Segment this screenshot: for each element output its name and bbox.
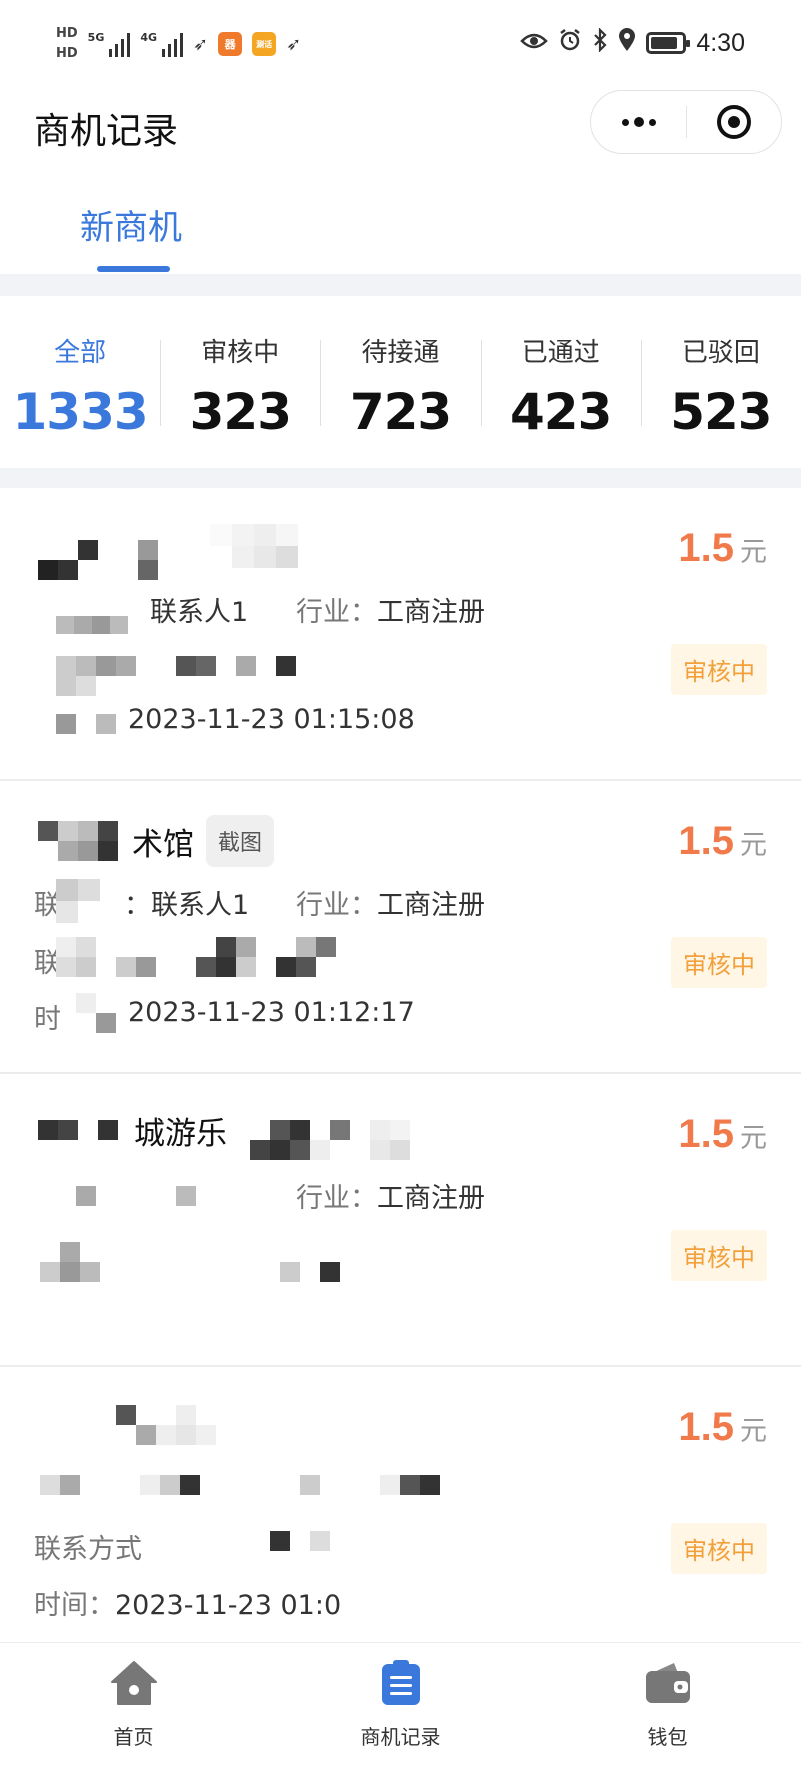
redacted-phone (56, 656, 336, 696)
price: 1.5 元 (678, 819, 767, 863)
redacted-time-label (56, 714, 116, 734)
redacted-contact-label (56, 616, 128, 634)
contact-value: 联系人1 (150, 597, 249, 628)
tab-bar: 新商机 (0, 190, 801, 274)
nav-records[interactable]: 商机记录 (267, 1643, 534, 1772)
app-notification-icon-2: 涮话 (252, 32, 277, 56)
redacted-contact-label (56, 879, 100, 923)
nav-wallet[interactable]: 钱包 (534, 1643, 801, 1772)
status-badge: 审核中 (671, 1523, 767, 1574)
redacted-title (96, 1405, 216, 1445)
time-row: 时间：2023-11-23 01:0 (34, 1590, 342, 1621)
record-card[interactable]: 1.5 元 联系人1 行业：工商注册 审核中 2023-11-23 01:15:0… (0, 488, 801, 781)
time-row: 时 (34, 1004, 61, 1035)
time-value: 2023-11-23 01:12:17 (128, 997, 415, 1028)
redacted-phone (40, 1242, 360, 1282)
more-menu-button[interactable] (591, 117, 686, 127)
battery-icon (646, 32, 691, 54)
redacted-title (38, 1120, 118, 1140)
redacted-phone (270, 1531, 350, 1551)
miniapp-capsule (590, 90, 782, 154)
close-miniapp-button[interactable] (687, 105, 781, 139)
target-icon (716, 105, 751, 139)
title-bar: 商机记录 (0, 90, 801, 190)
page-title: 商机记录 (34, 111, 179, 152)
tab-new-leads[interactable]: 新商机 (80, 200, 182, 249)
redacted-title (38, 821, 118, 861)
divider-band-2 (0, 468, 801, 488)
phone-row: 联系方式 (34, 1534, 142, 1565)
stat-reviewing[interactable]: 审核中 323 (160, 296, 320, 468)
alarm-icon (558, 28, 582, 58)
record-title: 城游乐 (134, 1116, 227, 1152)
list-icon (377, 1659, 425, 1707)
price: 1.5 元 (678, 1405, 767, 1449)
record-title: 术馆 截图 (132, 815, 275, 867)
divider-band (0, 274, 801, 296)
stat-pending-connect[interactable]: 待接通 723 (320, 296, 480, 468)
signal-5g-icon: 5G (88, 31, 131, 57)
industry: 行业：工商注册 (296, 1183, 485, 1214)
record-card[interactable]: 城游乐 1.5 元 行业：工商注册 审核中 (0, 1074, 801, 1367)
status-badge: 审核中 (671, 1230, 767, 1281)
eye-icon (520, 29, 549, 57)
home-icon (110, 1659, 158, 1707)
price: 1.5 元 (678, 526, 767, 570)
status-badge: 审核中 (671, 937, 767, 988)
redacted-title-2 (210, 524, 298, 568)
app-notification-icon: 器 (218, 32, 243, 56)
redacted-title-2 (250, 1120, 410, 1160)
industry: 行业：工商注册 (296, 597, 485, 628)
tab-indicator (97, 266, 170, 272)
notification-arrow-icon: ➶ (193, 33, 209, 55)
screenshot-tag: 截图 (206, 815, 275, 867)
wallet-icon (644, 1659, 692, 1707)
status-summary: 全部 1333 审核中 323 待接通 723 已通过 423 已驳回 523 (0, 296, 801, 468)
redacted-title (38, 540, 158, 580)
status-badge: 审核中 (671, 644, 767, 695)
record-card[interactable]: 术馆 截图 1.5 元 联 ：联系人1 行业：工商注册 联 审核中 时 2023… (0, 781, 801, 1074)
redacted-phone (56, 937, 336, 977)
record-card[interactable]: 1.5 元 联系方式 审核中 时间：2023-11-23 01:0 (0, 1367, 801, 1660)
signal-4g-icon: 4G (140, 31, 184, 57)
price: 1.5 元 (678, 1112, 767, 1156)
location-icon (618, 28, 636, 58)
redacted-contact (40, 1475, 460, 1495)
bluetooth-icon (592, 27, 608, 58)
status-bar-right: 4:30 (520, 27, 745, 58)
stat-rejected[interactable]: 已驳回 523 (640, 296, 801, 468)
status-bar-left: HD HD 5G 4G ➶ 器 涮话 ➶ (56, 24, 301, 64)
clock: 4:30 (696, 28, 745, 57)
time-value: 2023-11-23 01:15:08 (128, 704, 415, 735)
stat-all[interactable]: 全部 1333 (0, 296, 160, 468)
nav-home[interactable]: 首页 (0, 1643, 267, 1772)
contact-value: ：联系人1 (124, 890, 250, 921)
bottom-nav: 首页 商机记录 钱包 (0, 1642, 801, 1772)
hd-indicator: HD HD (56, 26, 78, 61)
industry: 行业：工商注册 (296, 890, 485, 921)
status-bar: HD HD 5G 4G ➶ 器 涮话 ➶ 4:30 (0, 0, 801, 90)
redacted-contact (76, 1186, 196, 1206)
redacted-time-label (76, 993, 116, 1033)
notification-arrow-icon-2: ➶ (286, 33, 302, 55)
stat-approved[interactable]: 已通过 423 (480, 296, 641, 468)
